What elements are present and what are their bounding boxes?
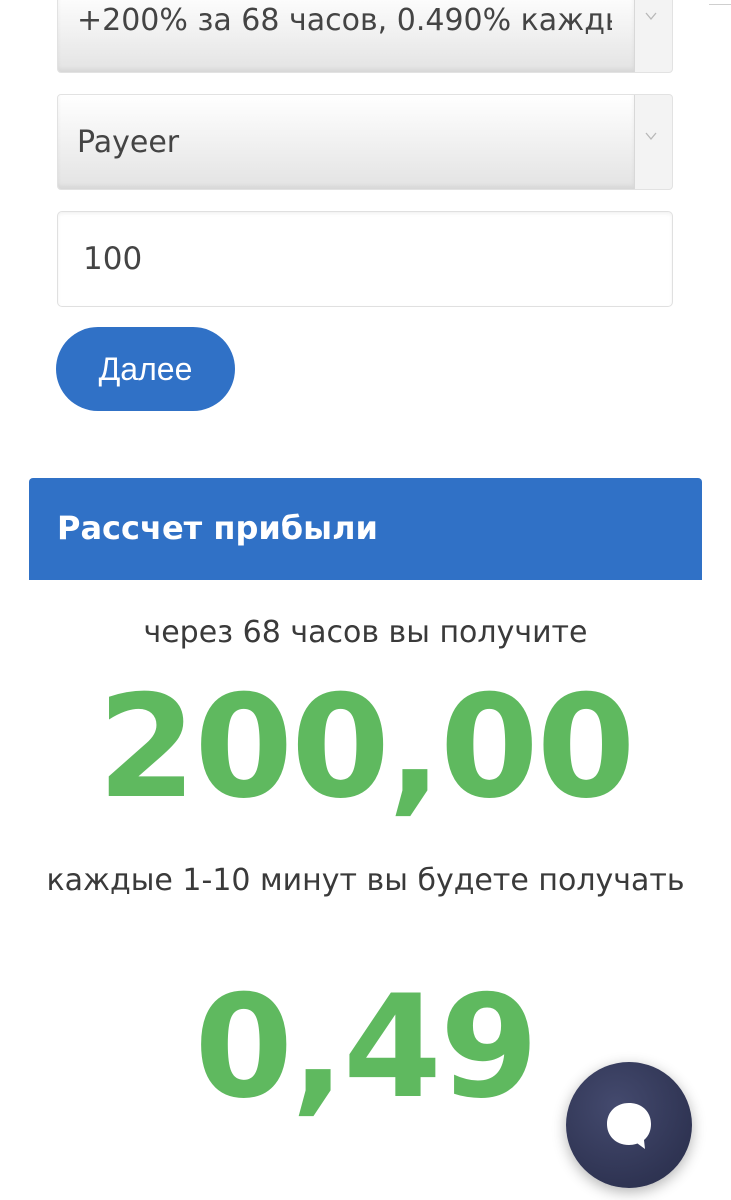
plan-select-value: +200% за 68 часов, 0.490% каждые 1-10 ми… — [77, 3, 612, 38]
payment-system-select[interactable]: Payeer — [57, 94, 673, 190]
payment-select-value: Payeer — [77, 125, 180, 160]
period-caption: через 68 часов вы получите — [143, 615, 588, 650]
interval-caption: каждые 1-10 минут вы будете получать — [46, 863, 685, 898]
chat-bubble-icon — [607, 1103, 651, 1149]
plan-select[interactable]: +200% за 68 часов, 0.490% каждые 1-10 ми… — [57, 0, 673, 73]
chevron-down-icon — [645, 132, 657, 141]
chevron-down-icon — [645, 12, 657, 21]
chat-widget-button[interactable] — [566, 1062, 692, 1188]
profit-panel-header: Рассчет прибыли — [29, 478, 702, 580]
amount-input[interactable] — [57, 211, 673, 307]
divider — [709, 4, 731, 5]
next-button[interactable]: Далее — [56, 327, 235, 411]
page: +200% за 68 часов, 0.490% каждые 1-10 ми… — [0, 0, 731, 1200]
panel-title: Рассчет прибыли — [57, 509, 378, 547]
total-profit-amount: 200,00 — [97, 665, 636, 830]
